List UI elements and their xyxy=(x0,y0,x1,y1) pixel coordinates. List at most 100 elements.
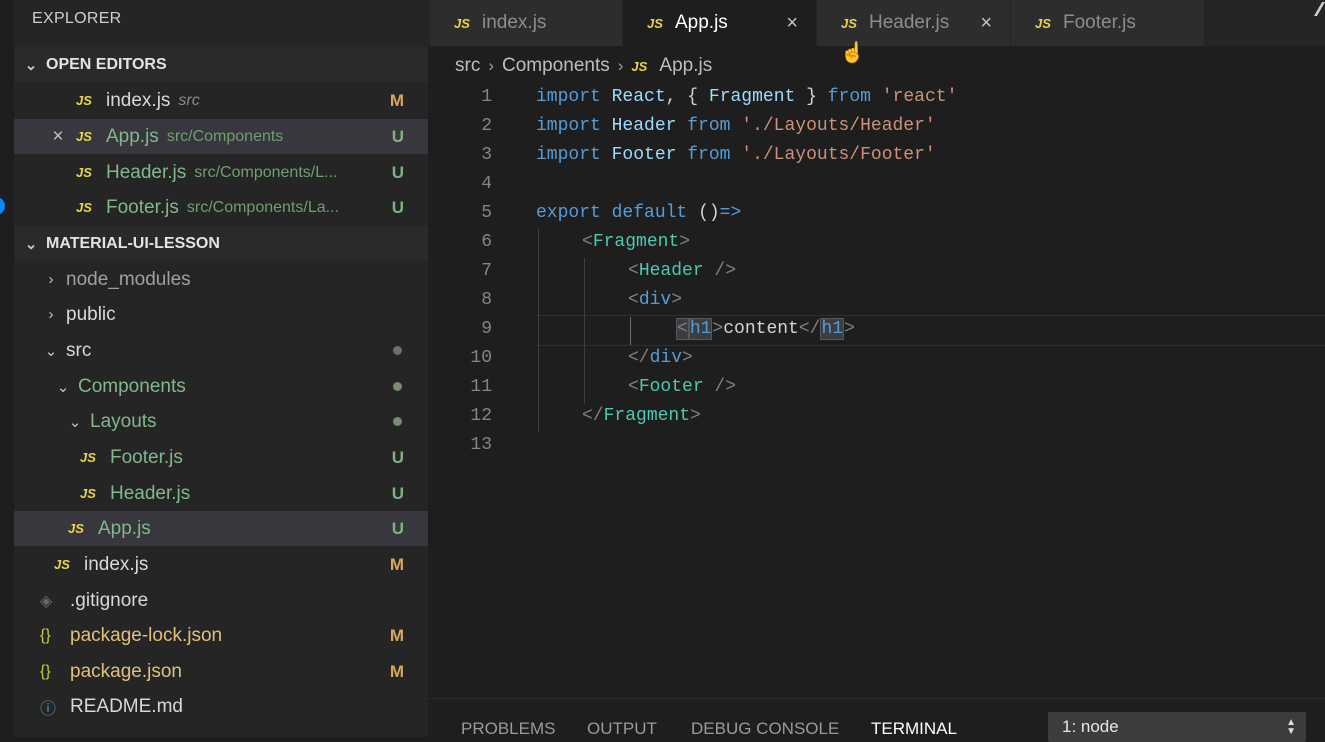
js-file-icon: JS xyxy=(76,129,92,144)
tree-item-label: Components xyxy=(78,375,186,397)
breadcrumb-item-src[interactable]: src xyxy=(455,55,480,77)
untracked-badge: U xyxy=(391,126,404,146)
tab-label: Footer.js xyxy=(1063,12,1136,33)
line-number: 2 xyxy=(481,116,492,136)
js-file-icon: JS xyxy=(631,58,648,74)
tab-terminal[interactable]: TERMINAL xyxy=(871,719,957,739)
modified-badge: M xyxy=(389,661,404,681)
js-file-icon: JS xyxy=(841,15,857,31)
open-editor-name: App.js xyxy=(106,125,159,147)
js-file-icon: JS xyxy=(647,15,663,31)
open-editor-item-app[interactable]: × JS App.js src/Components U xyxy=(14,119,428,154)
untracked-badge: U xyxy=(391,447,404,467)
code-line: <Footer /> xyxy=(628,377,737,397)
tree-item-label: index.js xyxy=(84,553,149,575)
line-number: 5 xyxy=(481,203,492,223)
js-file-icon: JS xyxy=(76,165,92,180)
chevron-right-icon: › xyxy=(48,271,54,288)
tree-item-label: Layouts xyxy=(90,410,157,432)
project-label: MATERIAL-UI-LESSON xyxy=(46,234,220,252)
tree-folder-public[interactable]: › public xyxy=(14,297,428,332)
code-line: import React, { Fragment } from 'react' xyxy=(536,87,958,107)
code-editor[interactable]: 1 2 3 4 5 6 7 8 9 10 11 12 13 import Rea… xyxy=(428,82,1325,696)
tab-index-js[interactable]: JS index.js xyxy=(430,0,622,46)
tree-item-label: node_modules xyxy=(66,268,191,290)
open-editor-item-header[interactable]: JS Header.js src/Components/L... U xyxy=(14,155,428,190)
tab-label: Header.js xyxy=(869,12,950,33)
open-editor-path: src/Components xyxy=(166,127,284,145)
tree-file-header[interactable]: JS Header.js U xyxy=(14,476,428,511)
tab-app-js[interactable]: JS App.js × xyxy=(623,0,816,46)
open-editor-item-index[interactable]: JS index.js src M xyxy=(14,83,428,118)
pointer-hand-icon: ☝ xyxy=(840,42,865,64)
tree-file-package-lock[interactable]: {} package-lock.json M xyxy=(14,618,428,653)
project-header[interactable]: ⌄ MATERIAL-UI-LESSON xyxy=(14,226,428,261)
line-number: 11 xyxy=(470,377,492,397)
tree-file-index[interactable]: JS index.js M xyxy=(14,547,428,582)
tree-folder-components[interactable]: ⌄ Components xyxy=(14,369,428,404)
tab-close-icon[interactable]: × xyxy=(980,12,992,35)
tab-debug-console[interactable]: DEBUG CONSOLE xyxy=(691,719,839,739)
tree-folder-layouts[interactable]: ⌄ Layouts xyxy=(14,404,428,439)
json-file-icon: {} xyxy=(40,662,51,680)
activity-indicator xyxy=(0,197,5,215)
indent-guide-active xyxy=(630,317,631,345)
tab-close-icon[interactable]: × xyxy=(786,12,798,35)
tree-file-package[interactable]: {} package.json M xyxy=(14,654,428,689)
open-editor-path: src/Components/La... xyxy=(186,198,339,216)
tab-output[interactable]: OUTPUT xyxy=(587,719,657,739)
tree-file-footer[interactable]: JS Footer.js U xyxy=(14,440,428,475)
chevron-down-icon: ⌄ xyxy=(44,342,58,360)
tree-item-label: package-lock.json xyxy=(70,624,223,646)
select-arrows-icon: ▲ ▼ xyxy=(1286,717,1296,737)
tab-label: App.js xyxy=(675,12,728,33)
explorer-title: EXPLORER xyxy=(32,10,122,27)
line-number: 8 xyxy=(481,290,492,310)
code-line: <Fragment> xyxy=(582,232,691,252)
tab-problems[interactable]: PROBLEMS xyxy=(461,719,555,739)
code-line-current: < h1>content</h1> xyxy=(676,318,855,340)
open-editor-item-footer[interactable]: JS Footer.js src/Components/La... U xyxy=(14,190,428,225)
modified-badge: M xyxy=(389,554,404,574)
tree-item-label: .gitignore xyxy=(70,589,149,611)
untracked-dot-indicator xyxy=(393,382,402,391)
breadcrumb-item-app[interactable]: App.js xyxy=(659,55,712,77)
tree-item-label: package.json xyxy=(70,660,182,682)
code-line: <Header /> xyxy=(628,261,737,281)
modified-badge: M xyxy=(389,625,404,645)
tree-item-label: public xyxy=(66,303,116,325)
terminal-select[interactable]: 1: node ▲ ▼ xyxy=(1048,712,1306,742)
line-number: 13 xyxy=(470,435,492,455)
js-file-icon: JS xyxy=(454,15,470,31)
js-file-icon: JS xyxy=(76,200,92,215)
breadcrumb: src › Components › JS App.js xyxy=(455,53,712,79)
js-file-icon: JS xyxy=(54,557,70,572)
open-editor-path: src/Components/L... xyxy=(194,163,338,181)
js-file-icon: JS xyxy=(76,93,92,108)
tree-item-label: Footer.js xyxy=(110,446,183,468)
line-number: 6 xyxy=(481,232,492,252)
tree-file-readme[interactable]: ⓘ README.md xyxy=(14,689,428,724)
untracked-badge: U xyxy=(391,162,404,182)
tab-footer-js[interactable]: JS Footer.js xyxy=(1011,0,1204,46)
tree-folder-src[interactable]: ⌄ src xyxy=(14,333,428,368)
chevron-right-icon: › xyxy=(48,306,54,323)
code-line: import Header from './Layouts/Header' xyxy=(536,116,936,136)
breadcrumb-item-components[interactable]: Components xyxy=(502,55,610,77)
untracked-dot-indicator xyxy=(393,417,402,426)
chevron-down-icon: ⌄ xyxy=(24,235,38,253)
code-line: </div> xyxy=(628,348,693,368)
line-number: 1 xyxy=(481,87,492,107)
js-file-icon: JS xyxy=(68,521,84,536)
chevron-down-icon: ⌄ xyxy=(56,378,70,396)
chevron-down-icon: ⌄ xyxy=(24,56,38,74)
close-icon[interactable]: × xyxy=(46,126,70,148)
info-icon: ⓘ xyxy=(40,700,57,718)
chevron-down-icon: ⌄ xyxy=(68,413,82,431)
tree-file-gitignore[interactable]: ◈ .gitignore xyxy=(14,583,428,618)
tree-folder-node-modules[interactable]: › node_modules xyxy=(14,262,428,297)
untracked-badge: U xyxy=(391,518,404,538)
open-editors-header[interactable]: ⌄ OPEN EDITORS xyxy=(14,47,428,82)
line-number: 9 xyxy=(481,319,492,339)
tree-file-app[interactable]: JS App.js U xyxy=(14,511,428,546)
